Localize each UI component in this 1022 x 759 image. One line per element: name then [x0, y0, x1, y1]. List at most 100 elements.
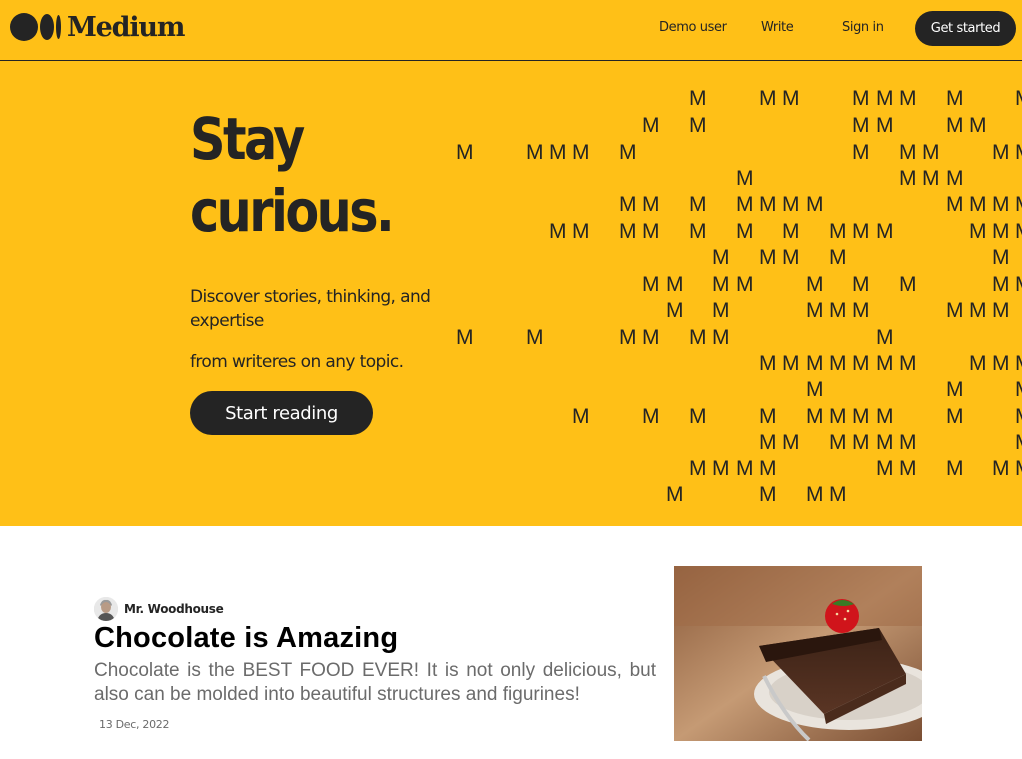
- pattern-m-glyph: M: [712, 273, 730, 296]
- author-avatar[interactable]: [94, 597, 118, 621]
- pattern-m-glyph: M: [946, 87, 964, 110]
- pattern-m-glyph: M: [782, 193, 800, 216]
- pattern-m-glyph: M: [992, 141, 1010, 164]
- pattern-m-glyph: M: [642, 405, 660, 428]
- pattern-m-glyph: M: [1015, 220, 1022, 243]
- pattern-m-glyph: M: [852, 87, 870, 110]
- pattern-m-glyph: M: [899, 352, 917, 375]
- pattern-m-glyph: M: [1015, 141, 1022, 164]
- get-started-button[interactable]: Get started: [915, 11, 1016, 46]
- nav-sign-in[interactable]: Sign in: [842, 20, 884, 35]
- pattern-m-glyph: M: [806, 193, 824, 216]
- pattern-m-glyph: M: [899, 457, 917, 480]
- pattern-m-glyph: M: [782, 352, 800, 375]
- pattern-m-glyph: M: [526, 141, 544, 164]
- pattern-m-glyph: M: [946, 114, 964, 137]
- pattern-m-glyph: M: [852, 141, 870, 164]
- pattern-m-glyph: M: [829, 483, 847, 506]
- pattern-m-glyph: M: [642, 114, 660, 137]
- pattern-m-glyph: M: [946, 193, 964, 216]
- author-row[interactable]: Mr. Woodhouse: [94, 597, 224, 621]
- pattern-m-glyph: M: [666, 273, 684, 296]
- pattern-m-glyph: M: [619, 326, 637, 349]
- pattern-m-glyph: M: [946, 167, 964, 190]
- pattern-m-glyph: M: [806, 299, 824, 322]
- pattern-m-glyph: M: [992, 352, 1010, 375]
- top-nav-bar: Medium Demo user Write Sign in Get start…: [0, 0, 1022, 61]
- pattern-m-glyph: M: [619, 141, 637, 164]
- pattern-m-glyph: M: [852, 405, 870, 428]
- m-pattern-decoration: M M M M M M MM M M M M MM M M M M M M M MM M M MM M M M M M M M M MM M M M…: [456, 87, 1022, 506]
- pattern-m-glyph: M: [689, 87, 707, 110]
- pattern-m-glyph: M: [689, 405, 707, 428]
- pattern-m-glyph: M: [969, 193, 987, 216]
- article-date: 13 Dec, 2022: [99, 718, 170, 731]
- pattern-m-glyph: M: [526, 326, 544, 349]
- pattern-m-glyph: M: [806, 483, 824, 506]
- hero-subtitle: Discover stories, thinking, and expertis…: [190, 287, 431, 331]
- pattern-m-glyph: M: [712, 457, 730, 480]
- article-title[interactable]: Chocolate is Amazing: [94, 622, 398, 655]
- pattern-m-glyph: M: [829, 246, 847, 269]
- pattern-m-glyph: M: [689, 114, 707, 137]
- pattern-m-glyph: M: [946, 457, 964, 480]
- pattern-m-glyph: M: [782, 87, 800, 110]
- pattern-m-glyph: M: [642, 273, 660, 296]
- pattern-m-glyph: M: [456, 141, 474, 164]
- start-reading-button[interactable]: Start reading: [190, 391, 373, 435]
- pattern-m-glyph: M: [1015, 273, 1022, 296]
- nav-demo-user[interactable]: Demo user: [659, 20, 727, 35]
- pattern-m-glyph: M: [922, 167, 940, 190]
- pattern-m-glyph: M: [876, 352, 894, 375]
- pattern-m-glyph: M: [642, 193, 660, 216]
- pattern-m-glyph: M: [782, 246, 800, 269]
- pattern-m-glyph: M: [1015, 352, 1022, 375]
- hero-banner: MMMMMMMMMMMMMMMMMMMMMMMMMMMMMMMMMMMMMMMM…: [0, 61, 1022, 526]
- pattern-m-glyph: M: [829, 220, 847, 243]
- pattern-m-glyph: M: [759, 193, 777, 216]
- pattern-m-glyph: M: [876, 457, 894, 480]
- medium-logo[interactable]: Medium: [10, 10, 185, 44]
- pattern-m-glyph: M: [736, 220, 754, 243]
- pattern-m-glyph: M: [806, 405, 824, 428]
- pattern-m-glyph: M: [876, 326, 894, 349]
- pattern-m-glyph: M: [829, 352, 847, 375]
- pattern-m-glyph: M: [829, 431, 847, 454]
- article-card[interactable]: Mr. Woodhouse Chocolate is Amazing Choco…: [0, 526, 1022, 759]
- pattern-m-glyph: M: [759, 431, 777, 454]
- pattern-m-glyph: M: [549, 141, 567, 164]
- author-name[interactable]: Mr. Woodhouse: [124, 602, 224, 616]
- chocolate-cake-image[interactable]: [674, 566, 922, 741]
- pattern-m-glyph: M: [759, 87, 777, 110]
- pattern-m-glyph: M: [992, 193, 1010, 216]
- logo-wordmark: Medium: [67, 11, 185, 43]
- article-excerpt[interactable]: Chocolate is the BEST FOOD EVER! It is n…: [94, 659, 656, 707]
- pattern-m-glyph: M: [992, 220, 1010, 243]
- nav-write[interactable]: Write: [761, 20, 794, 35]
- hero-title-line: Stay: [190, 105, 305, 173]
- pattern-m-glyph: M: [759, 352, 777, 375]
- pattern-m-glyph: M: [829, 299, 847, 322]
- pattern-m-glyph: M: [736, 193, 754, 216]
- pattern-m-glyph: M: [1015, 457, 1022, 480]
- pattern-m-glyph: M: [689, 220, 707, 243]
- pattern-m-glyph: M: [992, 457, 1010, 480]
- pattern-m-glyph: M: [852, 114, 870, 137]
- pattern-m-glyph: M: [736, 273, 754, 296]
- pattern-m-glyph: M: [759, 405, 777, 428]
- pattern-m-glyph: M: [899, 273, 917, 296]
- pattern-m-glyph: M: [852, 273, 870, 296]
- pattern-m-glyph: M: [969, 352, 987, 375]
- pattern-m-glyph: M: [782, 220, 800, 243]
- pattern-m-glyph: M: [736, 167, 754, 190]
- pattern-m-glyph: M: [619, 220, 637, 243]
- pattern-m-glyph: M: [689, 326, 707, 349]
- pattern-m-glyph: M: [946, 299, 964, 322]
- pattern-m-glyph: M: [806, 378, 824, 401]
- pattern-m-glyph: M: [642, 326, 660, 349]
- pattern-m-glyph: M: [1015, 431, 1022, 454]
- pattern-m-glyph: M: [712, 299, 730, 322]
- pattern-m-glyph: M: [759, 457, 777, 480]
- pattern-m-glyph: M: [1015, 193, 1022, 216]
- pattern-m-glyph: M: [852, 352, 870, 375]
